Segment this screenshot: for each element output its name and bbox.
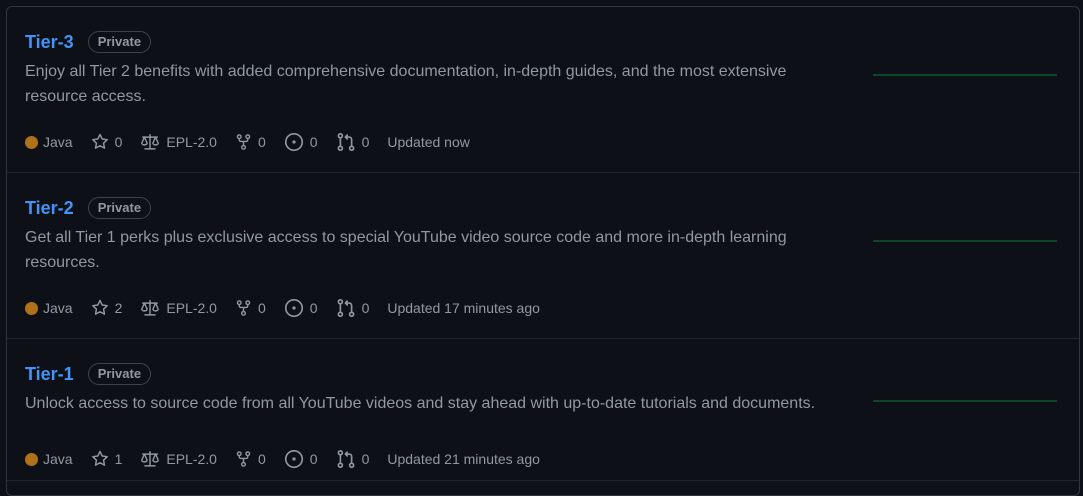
repo-forked-icon xyxy=(236,451,251,467)
stars-count: 1 xyxy=(114,451,123,467)
pulls-link[interactable]: 0 xyxy=(336,132,370,152)
repo-item: Tier-3 Private Enjoy all Tier 2 benefits… xyxy=(7,7,1079,173)
language: Java xyxy=(25,449,73,469)
forks-link[interactable]: 0 xyxy=(235,132,266,152)
forks-count: 0 xyxy=(257,451,266,467)
repo-title-row: Tier-2 Private xyxy=(25,195,152,221)
language-name: Java xyxy=(43,300,73,316)
repo-meta: Java 1 EPL-2.0 0 0 0 Updated 21 minutes … xyxy=(25,449,558,469)
repo-meta: Java 0 EPL-2.0 0 0 0 Updated now xyxy=(25,132,488,152)
pulls-count: 0 xyxy=(361,300,370,316)
language-color-dot xyxy=(25,301,38,315)
law-icon xyxy=(141,300,160,316)
star-icon xyxy=(91,133,108,149)
visibility-badge: Private xyxy=(87,197,152,219)
repo-name-link[interactable]: Tier-3 xyxy=(25,32,74,53)
repo-forked-icon xyxy=(236,300,251,316)
pulls-link[interactable]: 0 xyxy=(336,449,370,469)
language-color-dot xyxy=(25,452,38,466)
issues-count: 0 xyxy=(309,300,318,316)
issues-count: 0 xyxy=(309,134,318,150)
repo-item: Tier-2 Private Get all Tier 1 perks plus… xyxy=(7,173,1079,339)
forks-link[interactable]: 0 xyxy=(235,298,266,318)
repo-meta: Java 2 EPL-2.0 0 0 0 Updated 17 minutes … xyxy=(25,298,558,318)
repo-item: Tier-1 Private Unlock access to source c… xyxy=(7,339,1079,481)
issues-link[interactable]: 0 xyxy=(284,132,318,152)
visibility-badge: Private xyxy=(87,363,152,385)
forks-link[interactable]: 0 xyxy=(235,449,266,469)
repo-name-link[interactable]: Tier-1 xyxy=(25,364,74,385)
language: Java xyxy=(25,132,73,152)
issue-opened-icon xyxy=(284,132,303,152)
issues-link[interactable]: 0 xyxy=(284,449,318,469)
language-name: Java xyxy=(43,134,73,150)
repo-title-row: Tier-1 Private xyxy=(25,361,152,387)
issue-opened-icon xyxy=(284,449,303,469)
stars-count: 2 xyxy=(114,300,123,316)
issues-link[interactable]: 0 xyxy=(284,298,318,318)
language-name: Java xyxy=(43,451,73,467)
language-color-dot xyxy=(25,135,38,149)
updated-time: Updated 17 minutes ago xyxy=(387,300,540,316)
forks-count: 0 xyxy=(257,134,266,150)
pulls-count: 0 xyxy=(361,134,370,150)
visibility-badge: Private xyxy=(87,31,152,53)
issues-count: 0 xyxy=(309,451,318,467)
license-name: EPL-2.0 xyxy=(166,134,217,150)
activity-sparkline xyxy=(873,74,1057,76)
stars-link[interactable]: 1 xyxy=(91,449,123,469)
stars-link[interactable]: 2 xyxy=(91,298,123,318)
updated-time: Updated 21 minutes ago xyxy=(387,451,540,467)
license-name: EPL-2.0 xyxy=(166,451,217,467)
repository-list: Tier-3 Private Enjoy all Tier 2 benefits… xyxy=(6,6,1080,496)
star-icon xyxy=(91,450,108,466)
repo-forked-icon xyxy=(236,134,251,150)
repo-description: Unlock access to source code from all Yo… xyxy=(25,395,816,412)
license-name: EPL-2.0 xyxy=(166,300,217,316)
repo-description: Enjoy all Tier 2 benefits with added com… xyxy=(25,63,787,105)
activity-sparkline xyxy=(873,400,1057,402)
language: Java xyxy=(25,298,73,318)
repo-title-row: Tier-3 Private xyxy=(25,29,152,55)
license: EPL-2.0 xyxy=(140,298,217,318)
forks-count: 0 xyxy=(257,300,266,316)
stars-count: 0 xyxy=(114,134,123,150)
law-icon xyxy=(141,134,160,150)
activity-sparkline xyxy=(873,240,1057,242)
repo-name-link[interactable]: Tier-2 xyxy=(25,198,74,219)
pulls-link[interactable]: 0 xyxy=(336,298,370,318)
git-pull-request-icon xyxy=(337,298,354,318)
license: EPL-2.0 xyxy=(140,132,217,152)
pulls-count: 0 xyxy=(361,451,370,467)
repo-description: Get all Tier 1 perks plus exclusive acce… xyxy=(25,229,787,271)
git-pull-request-icon xyxy=(337,449,354,469)
git-pull-request-icon xyxy=(337,132,354,152)
updated-time: Updated now xyxy=(387,134,470,150)
law-icon xyxy=(141,451,160,467)
issue-opened-icon xyxy=(284,298,303,318)
stars-link[interactable]: 0 xyxy=(91,132,123,152)
star-icon xyxy=(91,299,108,315)
license: EPL-2.0 xyxy=(140,449,217,469)
